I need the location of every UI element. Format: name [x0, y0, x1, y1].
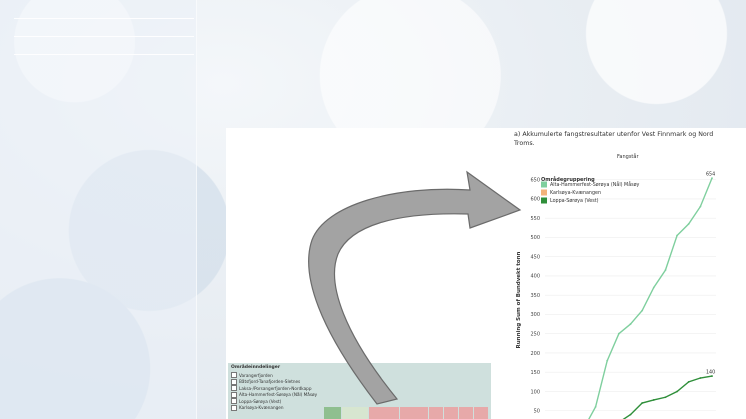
- data-point: [699, 377, 702, 379]
- data-point: [641, 309, 644, 312]
- y-tick-label: 500: [530, 235, 540, 241]
- legend-swatch: [541, 181, 547, 188]
- y-tick-label: 150: [530, 370, 540, 376]
- y-tick-label: 350: [530, 293, 540, 299]
- data-point: [652, 399, 655, 401]
- data-point: [676, 234, 678, 237]
- data-point: [652, 286, 655, 289]
- line-chart: 50 100 150 200 250 300 350 400 450 500 550 600 650 R…: [308, 170, 716, 419]
- data-point: [629, 323, 632, 325]
- data-point: [676, 390, 678, 393]
- data-point: [687, 380, 690, 383]
- legend-label: Alta-Hammerfest-Sørøya (Nål) Måsøy: [550, 181, 640, 188]
- curved-arrow: [308, 170, 522, 405]
- data-point: [699, 205, 702, 208]
- data-point: [687, 223, 690, 225]
- data-point: [641, 402, 644, 404]
- y-tick-label: 50: [534, 409, 540, 415]
- y-axis-label: Running Sum of Bundvekt tonn: [516, 251, 522, 348]
- legend-label: Karlsøya-Kvænangen: [550, 190, 601, 196]
- data-label: 140: [706, 370, 715, 376]
- y-tick-label: 250: [530, 332, 540, 338]
- legend-title: Områdegruppering: [541, 176, 595, 183]
- y-tick-labels: 50 100 150 200 250 300 350 400 450 500 550 600 650: [530, 177, 540, 414]
- data-point: [629, 413, 632, 416]
- data-label: 654: [706, 172, 715, 178]
- y-tick-label: 550: [530, 216, 540, 222]
- data-point: [594, 405, 597, 408]
- legend-swatch: [541, 197, 547, 204]
- y-tick-label: 300: [530, 312, 540, 318]
- y-tick-label: 650: [530, 177, 540, 183]
- legend-swatch: [541, 189, 547, 196]
- y-tick-label: 100: [530, 389, 540, 395]
- data-point: [606, 359, 609, 362]
- data-point: [664, 396, 667, 399]
- legend: Områdegruppering Alta-Hammerfest-Sørøya …: [541, 176, 640, 204]
- y-tick-label: 400: [530, 274, 540, 280]
- y-tick-label: 450: [530, 254, 540, 260]
- legend-label: Loppa-Sørøya (Vest): [550, 198, 599, 204]
- y-grid: [545, 179, 716, 412]
- series-line: [622, 375, 713, 419]
- data-point: [664, 269, 667, 272]
- y-tick-label: 200: [530, 351, 540, 357]
- data-point: [617, 332, 620, 335]
- y-tick-label: 600: [530, 197, 540, 203]
